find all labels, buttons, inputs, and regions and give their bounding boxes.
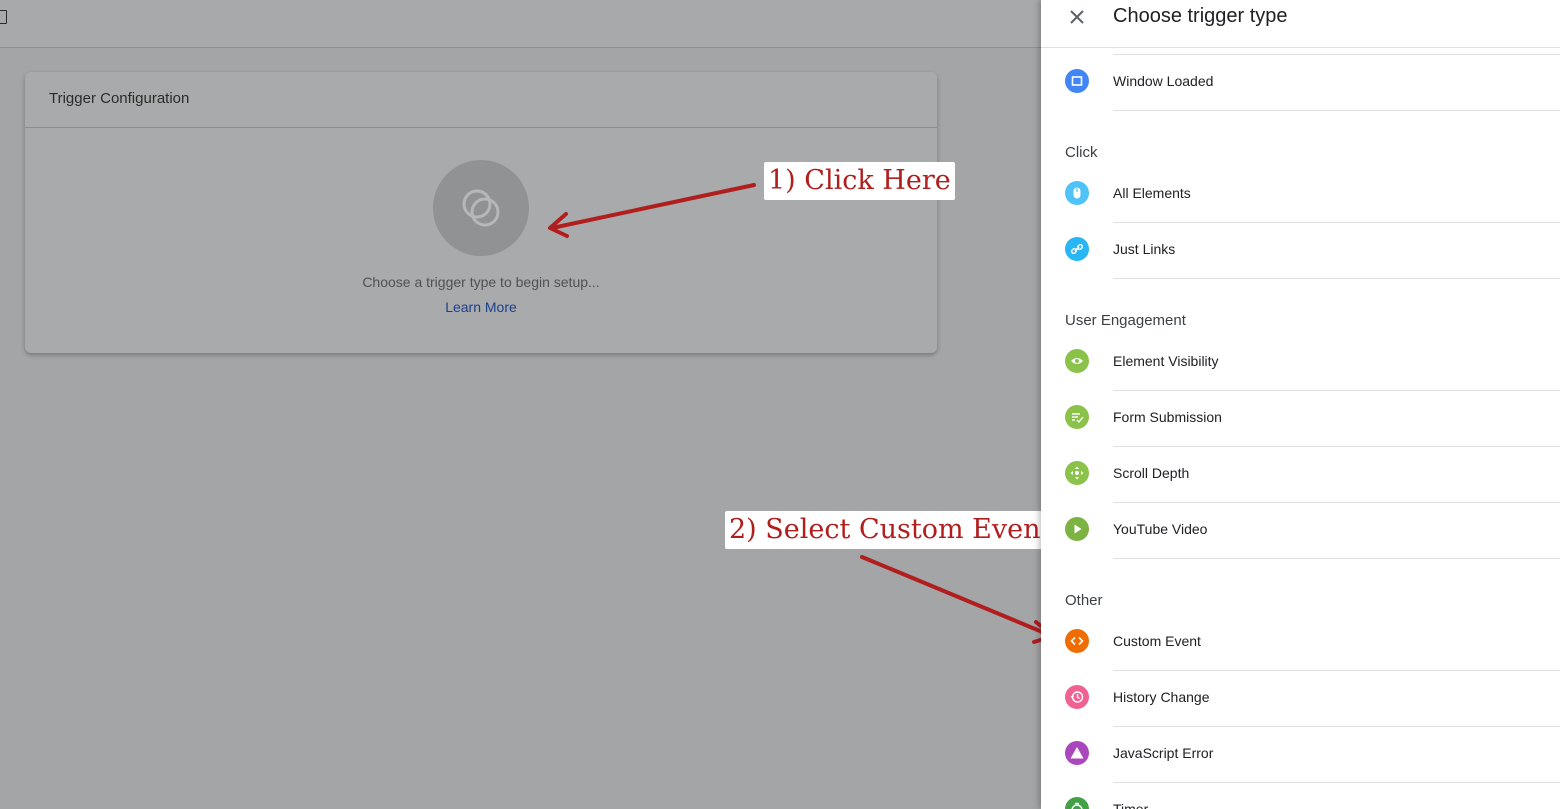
trigger-type-label: YouTube Video [1113,521,1208,537]
timer-icon [1065,797,1089,809]
code-icon [1065,629,1089,653]
trigger-type-item[interactable]: Custom Event [1041,615,1560,671]
link-icon [1065,237,1089,261]
trigger-type-label: Custom Event [1113,633,1201,649]
section-title: Other [1065,592,1103,609]
trigger-type-item[interactable]: Just Links [1041,223,1560,279]
trigger-type-label: Element Visibility [1113,353,1219,369]
annotation-arrows [548,183,1055,644]
section-header: Click [1041,111,1560,167]
section-header: Other [1041,559,1560,615]
trigger-type-label: Scroll Depth [1113,465,1190,481]
trigger-type-panel: Choose trigger type Window Loaded Click Al… [1041,0,1560,809]
annotation-arrow-1 [548,183,756,238]
trigger-type-label: History Change [1113,689,1210,705]
section-header: User Engagement [1041,279,1560,335]
annotation-arrow-2 [860,555,1055,644]
trigger-type-item[interactable]: Timer [1041,783,1560,809]
trigger-type-label: Window Loaded [1113,73,1214,89]
trigger-type-item[interactable]: Scroll Depth [1041,447,1560,503]
form-icon [1065,405,1089,429]
trigger-type-item[interactable]: Element Visibility [1041,335,1560,391]
close-icon [1070,10,1084,24]
trigger-type-label: Just Links [1113,241,1176,257]
eye-icon [1065,349,1089,373]
history-icon [1065,685,1089,709]
panel-header: Choose trigger type [1041,0,1560,48]
mouse-icon [1065,181,1089,205]
play-icon [1065,517,1089,541]
trigger-type-item[interactable]: History Change [1041,671,1560,727]
panel-title: Choose trigger type [1113,5,1288,27]
trigger-type-item[interactable]: All Elements [1041,167,1560,223]
trigger-type-label: Form Submission [1113,409,1222,425]
section-title: User Engagement [1065,312,1186,329]
scroll-icon [1065,461,1089,485]
warning-icon [1065,741,1089,765]
trigger-type-item[interactable]: JavaScript Error [1041,727,1560,783]
trigger-type-item[interactable]: Form Submission [1041,391,1560,447]
trigger-type-list[interactable]: Window Loaded Click All Elements Just Links… [1041,48,1560,809]
window-icon [1065,69,1089,93]
trigger-type-label: Timer [1113,801,1149,809]
close-button[interactable] [1067,7,1087,27]
trigger-type-label: JavaScript Error [1113,745,1214,761]
annotation-step-2: 2) Select Custom Event [725,511,1056,549]
annotation-step-1: 1) Click Here [764,162,955,200]
trigger-type-label: All Elements [1113,185,1191,201]
section-title: Click [1065,144,1098,161]
trigger-type-item[interactable]: YouTube Video [1041,503,1560,559]
trigger-type-item[interactable]: Window Loaded [1041,55,1560,111]
